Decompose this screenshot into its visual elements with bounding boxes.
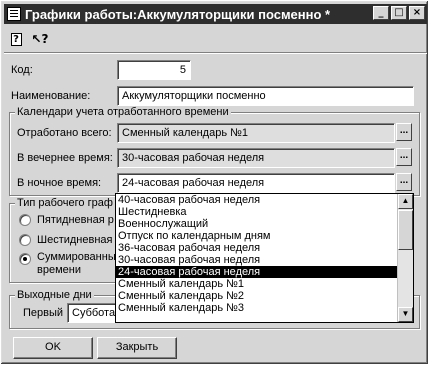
total-label: Отработано всего: xyxy=(17,127,112,139)
radio-five-day[interactable] xyxy=(19,214,31,226)
calendars-group-title: Календари учета отработанного времени xyxy=(15,106,231,118)
maximize-button[interactable]: □ xyxy=(391,6,407,20)
dropdown-item[interactable]: 36-часовая рабочая неделя xyxy=(116,242,413,254)
toolbar-separator xyxy=(4,52,427,54)
scroll-down-icon[interactable]: ▼ xyxy=(398,307,413,322)
name-label: Наименование: xyxy=(11,90,91,102)
dropdown-item[interactable]: Сменный календарь №3 xyxy=(116,302,413,314)
toolbar: ? ↖? xyxy=(7,28,49,50)
scroll-thumb[interactable] xyxy=(398,210,413,250)
work-type-group-title: Тип рабочего граф xyxy=(15,197,115,209)
radio-six-day-label: Шестидневная xyxy=(37,234,113,246)
dropdown-item[interactable]: Шестидневка xyxy=(116,206,413,218)
code-field[interactable]: 5 xyxy=(117,60,191,80)
night-calendar-field[interactable]: 24-часовая рабочая неделя xyxy=(117,173,395,193)
dropdown-scrollbar[interactable]: ▲ ▼ xyxy=(397,194,413,322)
name-field[interactable]: Аккумуляторщики посменно xyxy=(117,86,414,106)
close-dialog-button[interactable]: Закрыть xyxy=(97,337,177,359)
night-calendar-select-button[interactable]: ... xyxy=(396,173,412,191)
dropdown-item[interactable]: Военнослужащий xyxy=(116,218,413,230)
title-bar[interactable]: Графики работы:Аккумуляторщики посменно … xyxy=(4,4,427,24)
dropdown-item[interactable]: Отпуск по календарным дням xyxy=(116,230,413,242)
help-icon[interactable]: ? xyxy=(7,30,25,48)
close-button[interactable]: × xyxy=(409,6,425,20)
window-title: Графики работы:Аккумуляторщики посменно … xyxy=(25,6,331,22)
dropdown-item[interactable]: Сменный календарь №1 xyxy=(116,278,413,290)
radio-six-day[interactable] xyxy=(19,234,31,246)
days-off-group-title: Выходные дни xyxy=(15,289,94,301)
evening-label: В вечернее время: xyxy=(17,152,113,164)
evening-calendar-select-button[interactable]: ... xyxy=(396,148,412,166)
scroll-up-icon[interactable]: ▲ xyxy=(398,194,413,209)
dropdown-item[interactable]: 24-часовая рабочая неделя xyxy=(116,266,413,278)
calendar-dropdown-list[interactable]: 40-часовая рабочая неделя Шестидневка Воен… xyxy=(115,193,414,323)
radio-five-day-label: Пятидневная р xyxy=(37,214,114,226)
radio-summarized-label-line2: времени xyxy=(37,264,81,276)
dropdown-item[interactable]: Сменный календарь №2 xyxy=(116,290,413,302)
code-label: Код: xyxy=(11,64,33,76)
total-calendar-select-button[interactable]: ... xyxy=(396,123,412,141)
dropdown-item[interactable]: 30-часовая рабочая неделя xyxy=(116,254,413,266)
minimize-button[interactable]: _ xyxy=(373,6,389,20)
whats-this-icon[interactable]: ↖? xyxy=(31,30,49,48)
dropdown-item[interactable]: 40-часовая рабочая неделя xyxy=(116,194,413,206)
first-day-off-label: Первый xyxy=(23,307,64,319)
radio-summarized-label: Суммированны xyxy=(37,251,116,263)
dialog-window: Графики работы:Аккумуляторщики посменно … xyxy=(0,0,429,365)
document-icon xyxy=(7,7,21,21)
radio-summarized[interactable] xyxy=(19,253,31,265)
evening-calendar-field[interactable]: 30-часовая рабочая неделя xyxy=(117,148,395,168)
total-calendar-field[interactable]: Сменный календарь №1 xyxy=(117,123,395,143)
ok-button[interactable]: OK xyxy=(13,337,93,359)
night-label: В ночное время: xyxy=(17,177,102,189)
